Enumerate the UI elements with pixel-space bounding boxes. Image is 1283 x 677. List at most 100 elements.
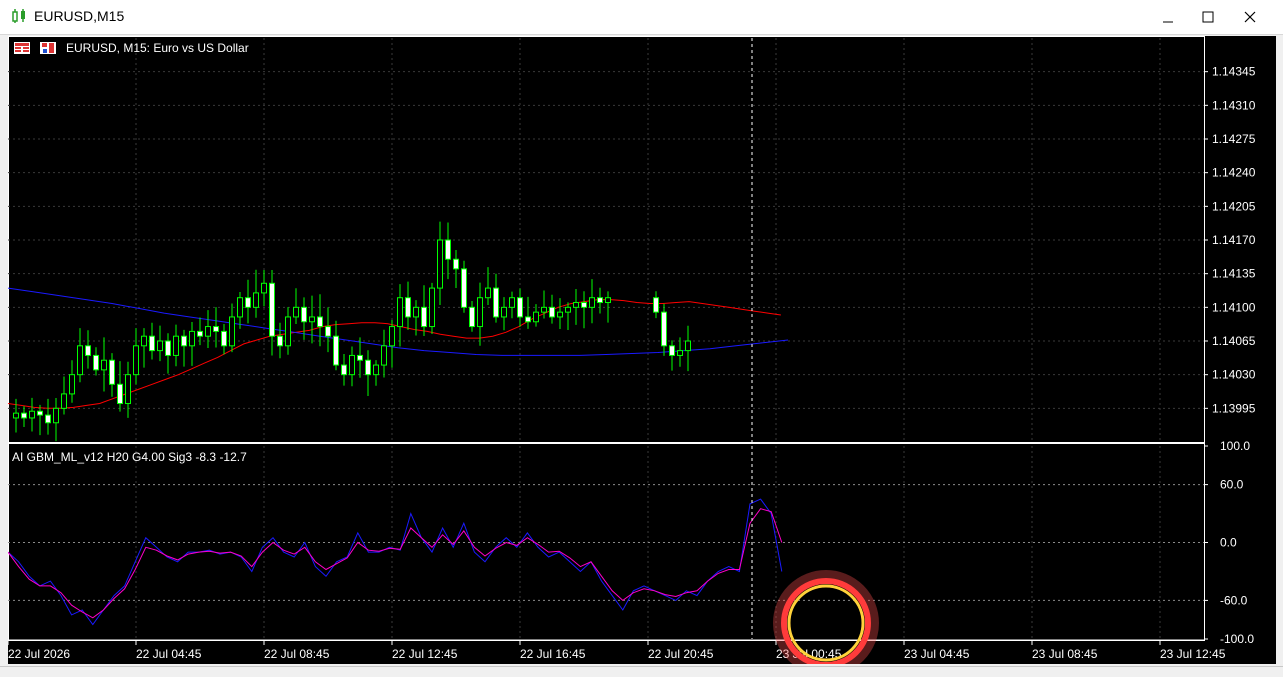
candle-body-bull: [29, 410, 35, 419]
osc-tick-label: -60.0: [1220, 593, 1248, 607]
candle-body-bull: [677, 350, 683, 356]
candle-body-bull: [53, 407, 59, 424]
candle-body-bull: [373, 364, 379, 376]
candle-body-bull: [229, 316, 235, 347]
candle-body-bear: [85, 345, 91, 356]
candle-body-bull: [565, 306, 571, 313]
candle-body-bull: [285, 316, 291, 347]
candle-body-bull: [389, 326, 395, 347]
candle-body-bull: [309, 316, 315, 323]
candle-body-bear: [445, 239, 451, 260]
candle-body-bull: [125, 374, 131, 405]
candle-body-bull: [573, 302, 579, 308]
price-panel-border: [8, 36, 1205, 443]
maximize-button[interactable]: [1188, 3, 1228, 31]
osc-tick-label: -100.0: [1220, 632, 1254, 646]
candle-body-bull: [141, 335, 147, 347]
candle-body-bear: [493, 287, 499, 318]
candle-body-bull: [261, 282, 267, 294]
candle-body-bear: [405, 297, 411, 318]
candle-body-bear: [221, 330, 227, 347]
price-tick-label: 1.14310: [1212, 98, 1256, 112]
candle-body-bear: [213, 326, 219, 332]
time-tick-label: 23 Jul 12:45: [1160, 647, 1226, 661]
candle-body-bull: [557, 311, 563, 318]
candle-body-bear: [549, 306, 555, 318]
candle-body-bear: [37, 410, 43, 416]
time-tick-label: 22 Jul 16:45: [520, 647, 586, 661]
time-tick-label: 23 Jul 08:45: [1032, 647, 1098, 661]
candle-body-bull: [349, 354, 355, 376]
close-button[interactable]: [1230, 3, 1270, 31]
candle-body-bear: [301, 306, 307, 323]
price-tick-label: 1.13995: [1212, 401, 1256, 415]
candle-body-bull: [685, 340, 691, 352]
candle-body-bull: [477, 297, 483, 328]
candle-body-bear: [469, 306, 475, 328]
minimize-button[interactable]: [1148, 3, 1188, 31]
candle-body-bull: [173, 335, 179, 356]
candle-body-bull: [589, 297, 595, 308]
candle-body-bull: [541, 306, 547, 313]
indicator-panel-border: [8, 443, 1205, 641]
candle-body-bull: [605, 297, 611, 304]
candle-body-bear: [661, 311, 667, 347]
candle-body-bear: [109, 359, 115, 385]
candle-body-bear: [669, 345, 675, 356]
candle-body-bull: [293, 306, 299, 318]
toolbar-floppy-icon[interactable]: [40, 42, 56, 54]
chart-symbol-label: EURUSD, M15: Euro vs US Dollar: [66, 41, 249, 55]
candle-body-bull: [485, 287, 491, 299]
candle-body-bull: [381, 345, 387, 366]
candle-body-bear: [597, 297, 603, 304]
candle-body-bear: [325, 326, 331, 337]
candle-body-bear: [181, 335, 187, 347]
candle-body-bear: [277, 335, 283, 347]
indicator-label: AI GBM_ML_v12 H20 G4.00 Sig3 -8.3 -12.7: [12, 450, 247, 464]
osc-signal-line: [7, 508, 783, 619]
price-tick-label: 1.14135: [1212, 267, 1256, 281]
candle-body-bear: [117, 383, 123, 405]
time-tick-label: 22 Jul 08:45: [264, 647, 330, 661]
candle-body-bear: [581, 302, 587, 308]
candle-body-bull: [501, 306, 507, 318]
time-tick-label: 22 Jul 12:45: [392, 647, 458, 661]
candle-body-bull: [157, 340, 163, 352]
time-tick-label: 22 Jul 04:45: [136, 647, 202, 661]
price-tick-label: 1.14345: [1212, 65, 1256, 79]
candle-body-bear: [93, 354, 99, 371]
candle-body-bull: [101, 359, 107, 371]
candle-body-bull: [429, 287, 435, 328]
price-tick-label: 1.14065: [1212, 334, 1256, 348]
candle-body-bull: [437, 239, 443, 289]
candle-body-bull: [13, 412, 19, 419]
candle-body-bear: [461, 268, 467, 308]
price-tick-label: 1.14170: [1212, 233, 1256, 247]
candle-body-bull: [205, 326, 211, 337]
chart-canvas[interactable]: 1.14345 1.14310 1.14275 1.14240 1.14205 1.141…: [7, 36, 1276, 676]
osc-tick-label: 0.0: [1220, 536, 1237, 550]
candle-body-bear: [45, 414, 51, 424]
candle-body-bull: [509, 297, 515, 308]
price-tick-label: 1.14275: [1212, 132, 1256, 146]
candle-body-bear: [453, 258, 459, 270]
osc-tick-label: 100.0: [1220, 439, 1250, 453]
osc-main-line: [7, 498, 783, 626]
candle-body-bull: [189, 330, 195, 347]
candle-body-bear: [421, 306, 427, 328]
candle-body-bull: [413, 306, 419, 318]
candle-body-bull: [69, 374, 75, 395]
candle-body-bull: [61, 393, 67, 409]
candle-body-bull: [77, 345, 83, 376]
toolbar-chart-icon[interactable]: [14, 42, 30, 54]
maximize-icon: [1202, 11, 1214, 23]
candle-body-bull: [533, 311, 539, 323]
time-tick-label: 23 Jul 04:45: [904, 647, 970, 661]
chart-area[interactable]: 1.14345 1.14310 1.14275 1.14240 1.14205 1.141…: [7, 36, 1276, 676]
candle-body-bull: [397, 297, 403, 328]
candle-body-bull: [237, 297, 243, 318]
chart-app-icon: [12, 9, 25, 23]
candle-body-bear: [365, 359, 371, 376]
candle-body-bull: [133, 345, 139, 376]
price-tick-label: 1.14030: [1212, 368, 1256, 382]
